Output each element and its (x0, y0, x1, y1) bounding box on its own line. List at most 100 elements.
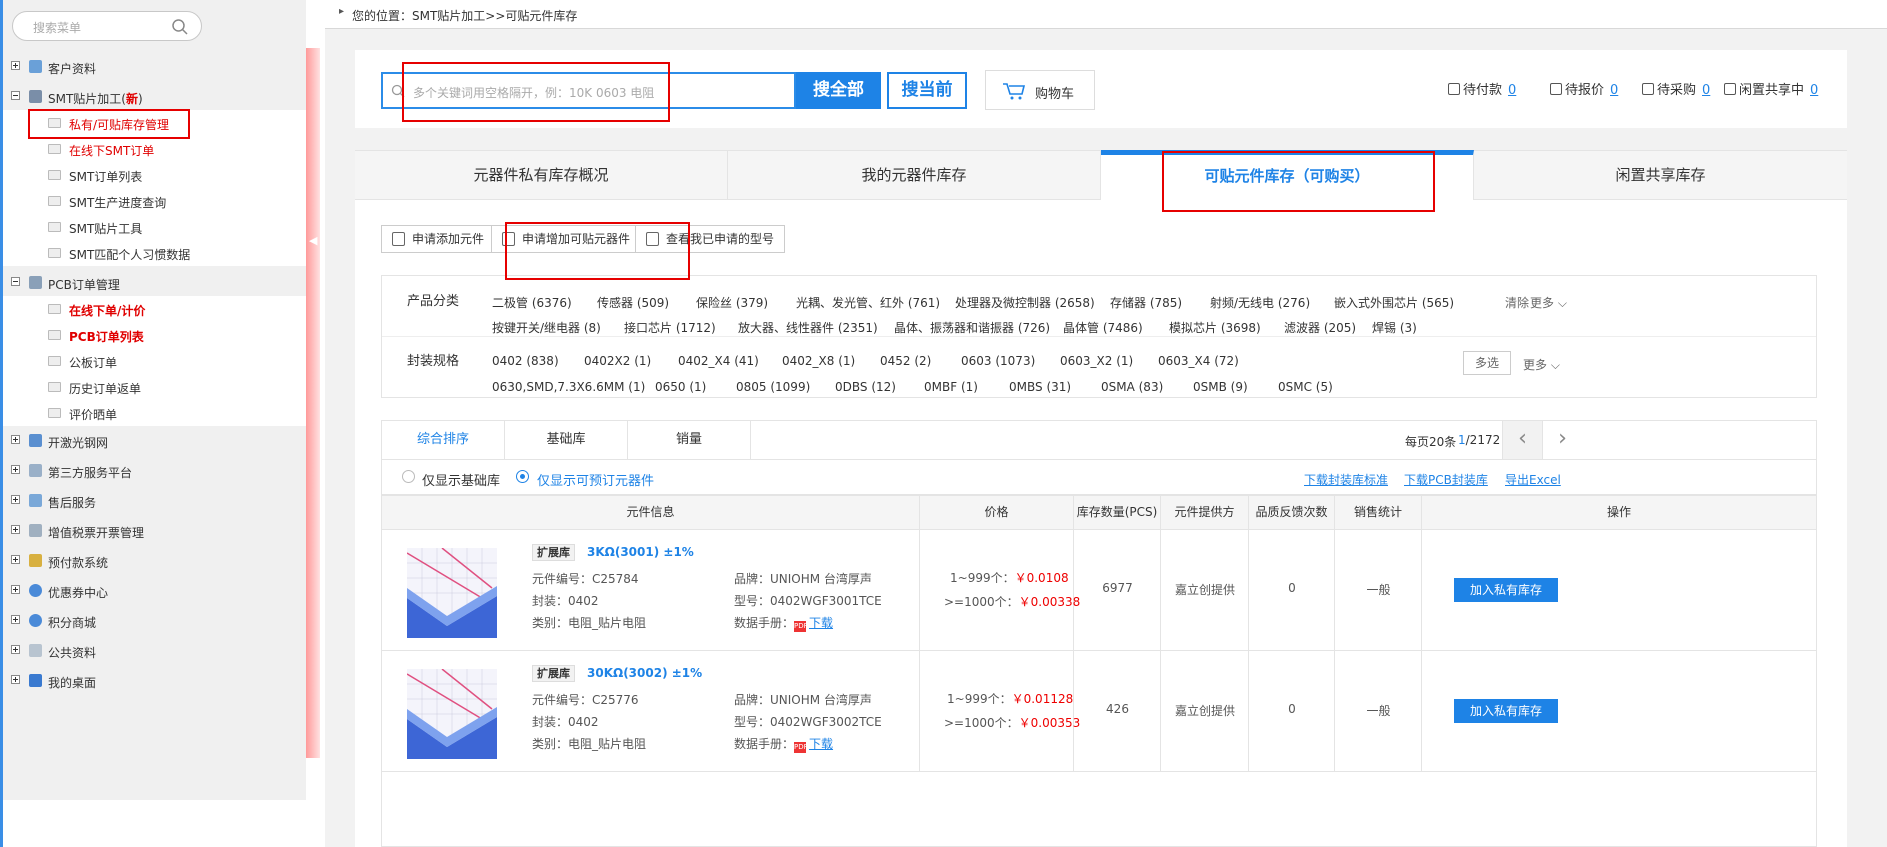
category-option[interactable]: 处理器及微控制器 (2658) (955, 294, 1095, 311)
sidebar-item-stencil[interactable]: 开激光钢网 (3, 428, 306, 454)
stat-count[interactable]: 0 (1810, 83, 1818, 98)
next-page-button[interactable]: › (1542, 421, 1582, 459)
prev-page-button[interactable]: ‹ (1502, 421, 1542, 459)
stat-count[interactable]: 0 (1610, 83, 1618, 98)
stat-count[interactable]: 0 (1508, 83, 1516, 98)
only-basic-label[interactable]: 仅显示基础库 (422, 470, 500, 489)
sidebar-item-history-reorder[interactable]: 历史订单返单 (3, 374, 306, 400)
category-option[interactable]: 按键开关/继电器 (8) (492, 319, 601, 336)
stat-count[interactable]: 0 (1702, 83, 1710, 98)
package-option[interactable]: 0DBS (12) (835, 380, 896, 394)
sidebar-item-customer[interactable]: 客户资料 (3, 54, 306, 80)
package-option[interactable]: 0402_X4 (41) (678, 354, 759, 368)
radio-only-basic[interactable] (402, 470, 415, 483)
sort-comprehensive[interactable]: 综合排序 (382, 421, 505, 459)
part-name-link[interactable]: 3KΩ(3001) ±1% (587, 545, 694, 559)
datasheet-download-link[interactable]: 下载 (809, 737, 833, 751)
package-option[interactable]: 0402_X8 (1) (782, 354, 855, 368)
sidebar-item-desktop[interactable]: 我的桌面 (3, 668, 306, 694)
cart-button[interactable]: 购物车 (985, 70, 1095, 110)
sidebar-item-pcb[interactable]: PCB订单管理 (3, 270, 306, 296)
category-option[interactable]: 接口芯片 (1712) (624, 319, 716, 336)
package-option[interactable]: 0SMB (9) (1193, 380, 1248, 394)
stat-pending-purchase[interactable]: 待采购 0 (1642, 79, 1710, 98)
collapse-icon[interactable] (11, 277, 20, 286)
package-option[interactable]: 0402X2 (1) (584, 354, 651, 368)
download-pcb-package-link[interactable]: 下载PCB封装库 (1404, 471, 1488, 488)
collapse-icon[interactable] (11, 91, 20, 100)
sidebar-item-pcb-order-list[interactable]: PCB订单列表 (3, 322, 306, 348)
keyword-search-input[interactable]: 多个关键词用空格隔开，例：10K 0603 电阻 (381, 72, 796, 109)
search-current-button[interactable]: 搜当前 (887, 72, 967, 109)
export-excel-link[interactable]: 导出Excel (1505, 471, 1561, 488)
sidebar-item-smt-habits[interactable]: SMT匹配个人习惯数据 (3, 240, 306, 266)
view-applied-models-button[interactable]: 查看我已申请的型号 (635, 225, 786, 253)
sidebar-item-invoice[interactable]: 增值税票开票管理 (3, 518, 306, 544)
package-option[interactable]: 0402 (838) (492, 354, 559, 368)
sidebar-item-online-smt-order[interactable]: 在线下SMT订单 (3, 136, 306, 162)
expand-icon[interactable] (11, 525, 20, 534)
category-option[interactable]: 晶体、振荡器和谐振器 (726) (894, 319, 1050, 336)
package-option[interactable]: 0650 (1) (655, 380, 706, 394)
sidebar-item-public-docs[interactable]: 公共资料 (3, 638, 306, 664)
category-option[interactable]: 传感器 (509) (597, 294, 669, 311)
sidebar-item-smt-tools[interactable]: SMT贴片工具 (3, 214, 306, 240)
expand-icon[interactable] (11, 585, 20, 594)
tab-idle-shared-stock[interactable]: 闲置共享库存 (1474, 151, 1847, 199)
expand-icon[interactable] (11, 435, 20, 444)
sidebar-item-coupon[interactable]: 优惠券中心 (3, 578, 306, 604)
category-more-toggle[interactable]: 更多 ⌵ (1530, 294, 1567, 311)
add-to-private-stock-button[interactable]: 加入私有库存 (1454, 699, 1558, 723)
sidebar-item-smt[interactable]: SMT贴片加工(新) (3, 84, 306, 110)
stat-idle-sharing[interactable]: 闲置共享中 0 (1724, 79, 1818, 98)
sidebar-item-public-board[interactable]: 公板订单 (3, 348, 306, 374)
sidebar-item-pcb-order-online[interactable]: 在线下单/计价 (3, 296, 306, 322)
download-package-standard-link[interactable]: 下载封装库标准 (1304, 471, 1388, 488)
datasheet-download-link[interactable]: 下载 (809, 616, 833, 630)
sidebar-item-points-mall[interactable]: 积分商城 (3, 608, 306, 634)
sidebar-item-smt-progress[interactable]: SMT生产进度查询 (3, 188, 306, 214)
category-option[interactable]: 模拟芯片 (3698) (1169, 319, 1261, 336)
part-name-link[interactable]: 30KΩ(3002) ±1% (587, 666, 702, 680)
search-icon[interactable] (171, 18, 189, 36)
multi-select-button[interactable]: 多选 (1463, 351, 1511, 375)
package-option[interactable]: 0603 (1073) (961, 354, 1035, 368)
sidebar-item-after-sales[interactable]: 售后服务 (3, 488, 306, 514)
package-option[interactable]: 0805 (1099) (736, 380, 810, 394)
expand-icon[interactable] (11, 465, 20, 474)
stat-pending-quote[interactable]: 待报价 0 (1550, 79, 1618, 98)
category-option[interactable]: 存储器 (785) (1110, 294, 1182, 311)
add-to-private-stock-button[interactable]: 加入私有库存 (1454, 578, 1558, 602)
sidebar-collapse-handle[interactable]: ◀ (306, 48, 320, 758)
sidebar-item-smt-order-list[interactable]: SMT订单列表 (3, 162, 306, 188)
clear-filter-link[interactable]: 清除 (1505, 294, 1529, 311)
apply-add-part-button[interactable]: 申请添加元件 (381, 225, 496, 253)
package-option[interactable]: 0SMA (83) (1101, 380, 1163, 394)
menu-search-input[interactable]: 搜索菜单 (12, 11, 202, 41)
category-option[interactable]: 嵌入式外围芯片 (565) (1334, 294, 1454, 311)
search-all-button[interactable]: 搜全部 (796, 72, 881, 109)
only-orderable-label[interactable]: 仅显示可预订元器件 (537, 470, 654, 489)
tab-mountable-stock[interactable]: 可贴元件库存（可购买） (1101, 150, 1474, 200)
package-option[interactable]: 0630,SMD,7.3X6.6MM (1) (492, 380, 645, 394)
package-option[interactable]: 0452 (2) (880, 354, 931, 368)
sidebar-item-third-party[interactable]: 第三方服务平台 (3, 458, 306, 484)
sort-sales[interactable]: 销量 (628, 421, 751, 459)
category-option[interactable]: 射频/无线电 (276) (1210, 294, 1310, 311)
category-option[interactable]: 保险丝 (379) (696, 294, 768, 311)
category-option[interactable]: 滤波器 (205) (1284, 319, 1356, 336)
radio-only-orderable[interactable] (516, 470, 529, 483)
category-option[interactable]: 二极管 (6376) (492, 294, 572, 311)
expand-icon[interactable] (11, 645, 20, 654)
expand-icon[interactable] (11, 61, 20, 70)
package-more-toggle[interactable]: 更多 ⌵ (1523, 356, 1560, 373)
expand-icon[interactable] (11, 555, 20, 564)
sort-basic-library[interactable]: 基础库 (505, 421, 628, 459)
expand-icon[interactable] (11, 675, 20, 684)
package-option[interactable]: 0MBS (31) (1009, 380, 1071, 394)
chevron-left-icon[interactable]: ◀ (309, 234, 317, 247)
package-option[interactable]: 0603_X4 (72) (1158, 354, 1239, 368)
category-option[interactable]: 晶体管 (7486) (1063, 319, 1143, 336)
expand-icon[interactable] (11, 615, 20, 624)
tab-my-stock[interactable]: 我的元器件库存 (728, 151, 1101, 199)
